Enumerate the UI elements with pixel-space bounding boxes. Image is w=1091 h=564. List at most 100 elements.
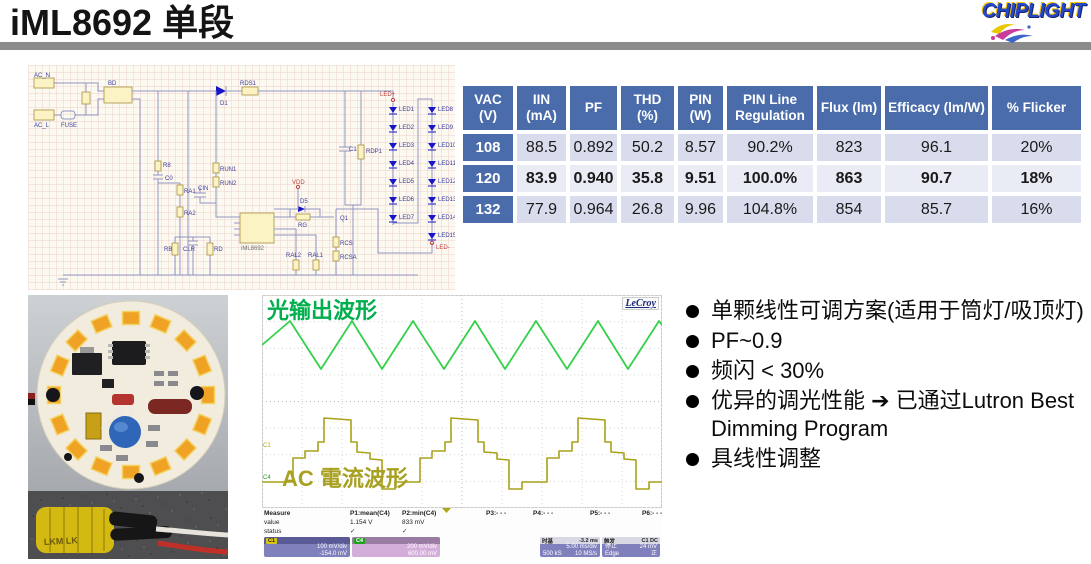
value-cell: 83.9 (517, 165, 566, 192)
circuit-schematic: LED1LED2LED3LED4LED5LED6LED7LED8LED9LED1… (28, 65, 455, 290)
oscilloscope-capture: C1 C4 光输出波形 AC 電流波形 LeCroy Measurevalues… (262, 295, 662, 559)
value-cell: 16% (992, 196, 1081, 223)
led-label: LED5 (399, 179, 415, 185)
led-label: LED2 (399, 125, 415, 131)
schematic-label: C0 (165, 176, 173, 182)
regulator-chip (72, 353, 102, 375)
c4-trace-marker: C4 (263, 475, 271, 481)
table-header-cell: PIN (W) (678, 86, 723, 130)
schematic-label: RA2 (184, 211, 196, 217)
vac-cell: 120 (463, 165, 513, 192)
schematic-label: RCSA (340, 255, 357, 261)
bullet-dot (686, 335, 699, 348)
feature-bullets: 单颗线性可调方案(适用于筒灯/吸顶灯)PF~0.9频闪 < 30%优异的调光性能… (684, 297, 1086, 475)
schematic-label: RDS1 (240, 81, 257, 87)
value-cell: 0.964 (570, 196, 617, 223)
bullet-item: 频闪 < 30% (684, 357, 1086, 385)
led-symbol (389, 215, 397, 221)
c1-trace-marker: C1 (263, 443, 271, 449)
lecroy-brand: LeCroy (622, 297, 659, 310)
bullet-item: 优异的调光性能 ➔ 已通过Lutron Best Dimming Program (684, 387, 1086, 443)
schematic-label: CIN (198, 186, 208, 192)
channel4-descriptor-box: C4 200 mV/div 600.00 mV (352, 537, 440, 557)
measure-param-name: P1:mean(C4) (350, 510, 404, 517)
bullet-item: 具线性调整 (684, 445, 1086, 473)
scope-measure-panel: Measurevaluestatus P1:mean(C4)1.154 V✓P2… (262, 508, 662, 559)
schematic-drawing: LED1LED2LED3LED4LED5LED6LED7LED8LED9LED1… (28, 65, 455, 290)
value-cell: 96.1 (885, 134, 988, 161)
table-row: 12083.90.94035.89.51100.0%86390.718% (463, 165, 1081, 192)
red-component (112, 394, 134, 405)
value-cell: 100.0% (727, 165, 813, 192)
measure-param-name: P3:- - - (486, 510, 540, 517)
measure-param-status: ✓ (402, 527, 456, 535)
table-header-cell: VAC (V) (463, 86, 513, 130)
led-label: LED6 (399, 197, 415, 203)
schematic-label: RAL1 (308, 253, 324, 259)
measure-param-name: P4:- - - (533, 510, 587, 517)
led-label: LED14 (438, 215, 455, 221)
led-symbol (428, 215, 436, 221)
led-symbol (428, 143, 436, 149)
bullet-text: 单颗线性可调方案(适用于筒灯/吸顶灯) (711, 297, 1084, 325)
led-symbol (428, 125, 436, 131)
led-symbol (389, 197, 397, 203)
value-cell: 854 (817, 196, 881, 223)
blue-capacitor (109, 416, 141, 448)
channel1-descriptor-box: C1 100 mV/div -154.0 mV (264, 537, 350, 557)
schematic-label: Q1 (340, 216, 349, 222)
schematic-label: RA1 (184, 189, 196, 195)
led-label: LED13 (438, 197, 455, 203)
value-cell: 823 (817, 134, 881, 161)
led-symbol (389, 179, 397, 185)
led-label: LED7 (399, 215, 415, 221)
timebase-rate: 10 MS/s (575, 551, 597, 558)
timebase-samples: 500 kS (543, 551, 562, 558)
value-cell: 9.51 (678, 165, 723, 192)
channel1-offset: -154.0 mV (267, 551, 347, 558)
timebase-title: 时基 (542, 537, 553, 545)
led-symbol (428, 233, 436, 239)
value-cell: 26.8 (621, 196, 674, 223)
table-header-cell: PF (570, 86, 617, 130)
value-cell: 0.940 (570, 165, 617, 192)
value-cell: 77.9 (517, 196, 566, 223)
table-header-row: VAC (V)IIN (mA)PFTHD (%)PIN (W)PIN Line … (463, 86, 1081, 130)
page-title: iML8692 单段 (10, 0, 234, 46)
led-label: LED10 (438, 143, 455, 149)
schematic-label: RUN1 (220, 167, 237, 173)
led-package (123, 312, 140, 325)
led-symbol (428, 197, 436, 203)
ic-chip (112, 341, 146, 365)
led-label: LED3 (399, 143, 415, 149)
measure-param: P2:min(C4)833 mV✓ (402, 510, 456, 535)
value-cell: 8.57 (678, 134, 723, 161)
value-cell: 0.892 (570, 134, 617, 161)
value-cell: 104.8% (727, 196, 813, 223)
bullet-dot (686, 453, 699, 466)
bullet-dot (686, 365, 699, 378)
channel4-offset: 600.00 mV (355, 551, 437, 558)
table-header-cell: Efficacy (lm/W) (885, 86, 988, 130)
led-symbol (389, 143, 397, 149)
measure-param-value: 833 mV (402, 519, 456, 526)
led-symbol (428, 107, 436, 113)
led-symbol (389, 107, 397, 113)
schematic-label: FUSE (61, 123, 77, 129)
table-header-cell: PIN Line Regulation (727, 86, 813, 130)
led-label: LED8 (438, 107, 454, 113)
measure-row-label: Measure (264, 510, 290, 517)
led-board-photo: LKM LK (28, 295, 228, 559)
value-cell: 90.2% (727, 134, 813, 161)
led-symbol (428, 179, 436, 185)
bullet-text: 具线性调整 (711, 445, 821, 473)
value-cell: 9.96 (678, 196, 723, 223)
schematic-label: D5 (300, 199, 308, 205)
measure-param: P4:- - - (533, 510, 587, 519)
measure-param: P6:- - - (642, 510, 696, 519)
bullet-item: 单颗线性可调方案(适用于筒灯/吸顶灯) (684, 297, 1086, 325)
bullet-item: PF~0.9 (684, 327, 1086, 355)
bullet-text: 优异的调光性能 ➔ 已通过Lutron Best Dimming Program (711, 387, 1086, 443)
trigger-type: Edge (605, 551, 619, 558)
measure-param: P5:- - - (590, 510, 644, 519)
